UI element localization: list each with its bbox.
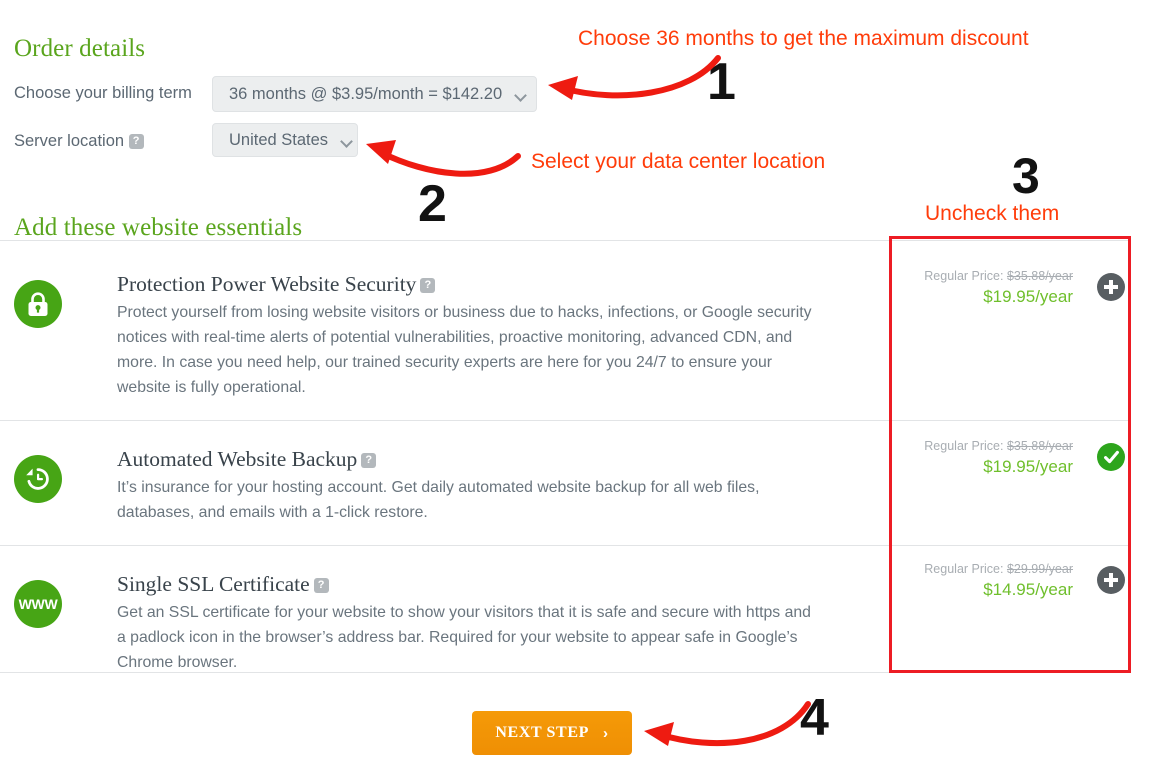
server-location-value: United States xyxy=(229,130,329,149)
annotation-number-3: 3 xyxy=(1012,148,1040,204)
essentials-heading: Add these website essentials xyxy=(14,213,303,241)
product-title: Single SSL Certificate? xyxy=(117,572,329,597)
divider xyxy=(0,545,1131,546)
annotation-number-4: 4 xyxy=(800,689,829,747)
padlock-icon xyxy=(14,280,62,328)
annotation-label-3: Uncheck them xyxy=(925,202,1060,225)
page-title: Order details xyxy=(14,34,146,62)
add-product-button-security[interactable] xyxy=(1097,273,1125,301)
regular-price: Regular Price: $29.99/year xyxy=(924,562,1073,576)
plus-icon xyxy=(1104,280,1118,294)
price-cell-security: Regular Price: $35.88/year $19.95/year xyxy=(900,265,1125,313)
regular-price-value: $35.88/year xyxy=(1006,439,1073,453)
sale-price: $14.95/year xyxy=(983,580,1073,599)
regular-price: Regular Price: $35.88/year xyxy=(924,439,1073,453)
annotation-number-1: 1 xyxy=(707,53,736,111)
product-description: Protect yourself from losing website vis… xyxy=(117,304,812,396)
product-title: Protection Power Website Security? xyxy=(117,272,436,297)
annotation-label-2: Select your data center location xyxy=(531,150,826,173)
price-cell-backup: Regular Price: $35.88/year $19.95/year xyxy=(900,435,1125,483)
annotation-arrow-1-icon xyxy=(548,55,721,100)
sale-price: $19.95/year xyxy=(983,457,1073,476)
check-icon xyxy=(1103,450,1119,463)
server-location-select[interactable]: United States xyxy=(212,123,358,157)
price-cell-ssl: Regular Price: $29.99/year $14.95/year xyxy=(900,558,1125,606)
backup-restore-icon xyxy=(14,455,62,503)
server-location-text: Server location xyxy=(14,132,125,150)
regular-price-value: $29.99/year xyxy=(1006,562,1073,576)
product-description: Get an SSL certificate for your website … xyxy=(117,604,811,671)
remove-product-button-backup[interactable] xyxy=(1097,443,1125,471)
plus-icon xyxy=(1104,573,1118,587)
chevron-right-icon: › xyxy=(602,724,609,742)
next-step-label: NEXT STEP xyxy=(495,724,589,741)
divider xyxy=(0,420,1131,421)
billing-term-value: 36 months @ $3.95/month = $142.20 xyxy=(229,84,503,103)
billing-term-select[interactable]: 36 months @ $3.95/month = $142.20 xyxy=(212,76,537,112)
www-icon: WWW xyxy=(14,580,62,628)
server-location-label: Server location ? xyxy=(14,132,144,151)
help-icon-backup[interactable]: ? xyxy=(361,453,377,468)
product-title: Automated Website Backup? xyxy=(117,447,377,472)
help-icon-ssl[interactable]: ? xyxy=(313,578,329,593)
product-description: It’s insurance for your hosting account.… xyxy=(117,479,760,521)
annotation-label-1: Choose 36 months to get the maximum disc… xyxy=(578,27,1029,50)
sale-price: $19.95/year xyxy=(983,287,1073,306)
regular-price-value: $35.88/year xyxy=(1006,269,1073,283)
next-step-button[interactable]: NEXT STEP › xyxy=(472,711,632,755)
add-product-button-ssl[interactable] xyxy=(1097,566,1125,594)
divider xyxy=(0,240,1131,241)
chevron-down-icon xyxy=(342,137,353,144)
help-icon-security[interactable]: ? xyxy=(420,278,436,293)
annotation-number-2: 2 xyxy=(418,175,447,233)
billing-term-label: Choose your billing term xyxy=(14,84,192,102)
regular-price: Regular Price: $35.88/year xyxy=(924,269,1073,283)
chevron-down-icon xyxy=(516,91,527,98)
annotation-arrow-4-icon xyxy=(644,701,811,747)
help-icon-server-location[interactable]: ? xyxy=(128,134,144,149)
